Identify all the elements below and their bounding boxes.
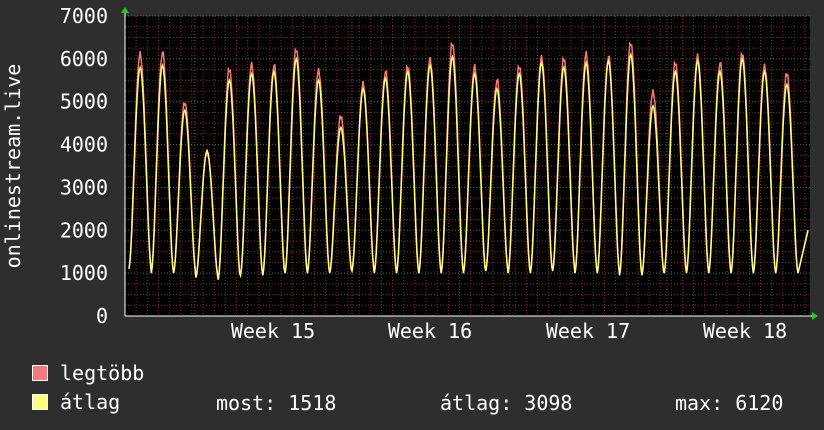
y-tick-label: 6000 bbox=[60, 47, 108, 71]
legend-swatch-avg bbox=[32, 394, 48, 410]
x-axis-arrow bbox=[812, 312, 818, 320]
line-chart: 01000200030004000500060007000 Week 15 Wee… bbox=[1, 4, 818, 343]
stat-now: most: 1518 bbox=[216, 391, 337, 415]
y-tick-label: 2000 bbox=[60, 218, 108, 242]
legend-label-max: legtöbb bbox=[60, 361, 145, 385]
y-tick-label: 5000 bbox=[60, 90, 108, 114]
stat-average: átlag: 3098 bbox=[440, 391, 573, 415]
y-tick-labels: 0 1000 2000 3000 4000 5000 6000 7000 bbox=[60, 4, 108, 328]
legend-item-avg: átlag bbox=[32, 390, 121, 414]
x-tick-label: Week 17 bbox=[546, 319, 630, 343]
y-tick-label: 4000 bbox=[60, 133, 108, 157]
stat-max: max: 6120 bbox=[675, 391, 784, 415]
x-tick-label: Week 15 bbox=[231, 319, 315, 343]
y-tick-label: 3000 bbox=[60, 175, 108, 199]
y-axis-arrow bbox=[121, 7, 129, 13]
y-tick-label: 0 bbox=[96, 304, 108, 328]
y-tick-label: 1000 bbox=[60, 261, 108, 285]
x-tick-label: Week 18 bbox=[703, 319, 787, 343]
y-tick-label: 7000 bbox=[60, 4, 108, 28]
y-axis-label: onlinestream.live bbox=[1, 64, 25, 269]
legend-swatch-max bbox=[32, 365, 48, 381]
graph-root: 0 1000 2000 3000 4000 5000 6000 7000 Week 15 Wee… bbox=[0, 0, 824, 430]
x-tick-label: Week 16 bbox=[388, 319, 472, 343]
x-tick-labels: Week 15 Week 16 Week 17 Week 18 bbox=[231, 319, 787, 343]
legend-label-avg: átlag bbox=[60, 390, 121, 414]
legend-item-max: legtöbb bbox=[32, 361, 145, 385]
